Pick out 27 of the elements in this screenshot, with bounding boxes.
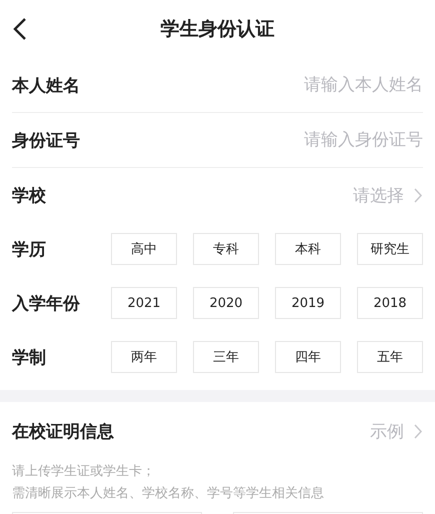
option-chip[interactable]: 四年 xyxy=(275,341,341,373)
option-chip[interactable]: 研究生 xyxy=(357,233,423,265)
field-label: 本人姓名 xyxy=(12,74,80,96)
input-field[interactable]: 请输入本人姓名 xyxy=(203,75,423,95)
option-chip[interactable]: 专科 xyxy=(193,233,259,265)
field-label: 学历 xyxy=(12,238,46,260)
option-chip[interactable]: 2019 xyxy=(275,287,341,319)
option-chip[interactable]: 高中 xyxy=(111,233,177,265)
option-chip[interactable]: 三年 xyxy=(193,341,259,373)
option-chip[interactable]: 两年 xyxy=(111,341,177,373)
field-label: 入学年份 xyxy=(12,292,80,314)
hint-text: 请上传学生证或学生卡； xyxy=(12,463,156,480)
option-chip[interactable]: 2021 xyxy=(111,287,177,319)
option-chip[interactable]: 2020 xyxy=(193,287,259,319)
field-label: 学制 xyxy=(12,346,46,368)
field-label: 学校 xyxy=(12,184,46,206)
hint-text: 需清晰展示本人姓名、学校名称、学号等学生相关信息 xyxy=(12,485,325,502)
page-title: 学生身份认证 xyxy=(160,17,274,42)
option-chip[interactable]: 2018 xyxy=(357,287,423,319)
option-chip[interactable]: 五年 xyxy=(357,341,423,373)
chevron-right-icon xyxy=(414,424,423,438)
option-chip[interactable]: 本科 xyxy=(275,233,341,265)
field-label: 身份证号 xyxy=(12,130,80,152)
input-field[interactable]: 请输入身份证号 xyxy=(203,130,423,150)
section-title: 在校证明信息 xyxy=(12,420,114,442)
back-icon xyxy=(13,17,27,41)
chevron-right-icon xyxy=(414,188,423,202)
